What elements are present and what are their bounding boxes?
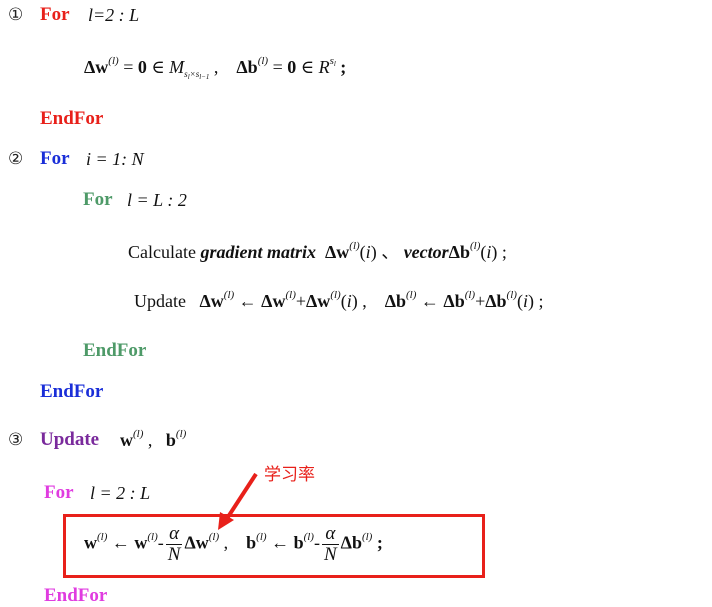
step1-marker: ① bbox=[8, 5, 24, 25]
step3-update-rule: w(l) ← w(l)- α N Δw(l) , b(l) ← b(l)- α N Δb(l… bbox=[84, 523, 383, 565]
step2-for-keyword: For bbox=[40, 148, 70, 169]
step2-inner-endfor-keyword: EndFor bbox=[83, 340, 147, 361]
step2-inner-loop-range: l = L : 2 bbox=[127, 190, 187, 210]
step2-update-line: Update Δw(l) ← Δw(l)+Δw(l)(i) , Δb(l) ← … bbox=[134, 289, 544, 311]
step3-marker: ③ bbox=[8, 430, 24, 450]
step1-loop-range: l=2 : L bbox=[88, 5, 140, 25]
learning-rate-fraction: αN bbox=[165, 523, 183, 565]
step2-calculate-line: Calculate gradient matrix Δw(l)(i) 、 vec… bbox=[128, 240, 507, 262]
calc-prefix: Calculate bbox=[128, 242, 196, 262]
step2-loop-range: i = 1: N bbox=[86, 149, 144, 169]
step1-init-formula: Δw(l) = 0 ∈ Msl×sl−1 , Δb(l) = 0 ∈ Rsl ; bbox=[84, 55, 347, 81]
calc-gradient-matrix: gradient matrix bbox=[200, 242, 316, 262]
step2-marker: ② bbox=[8, 149, 24, 169]
update-word: Update bbox=[134, 291, 186, 311]
step3-loop-range: l = 2 : L bbox=[90, 483, 151, 503]
calc-separator: 、 bbox=[381, 242, 400, 262]
step1-for-keyword: For bbox=[40, 4, 70, 25]
step3-for-keyword: For bbox=[44, 482, 74, 503]
step3-update-targets: w(l) , b(l) bbox=[120, 428, 187, 450]
step3-endfor-keyword: EndFor bbox=[44, 585, 108, 606]
step2-endfor-keyword: EndFor bbox=[40, 381, 104, 402]
calc-vector: vector bbox=[403, 242, 449, 262]
step3-update-keyword: Update bbox=[40, 429, 100, 450]
step1-endfor-keyword: EndFor bbox=[40, 108, 104, 129]
step2-inner-for-keyword: For bbox=[83, 189, 113, 210]
